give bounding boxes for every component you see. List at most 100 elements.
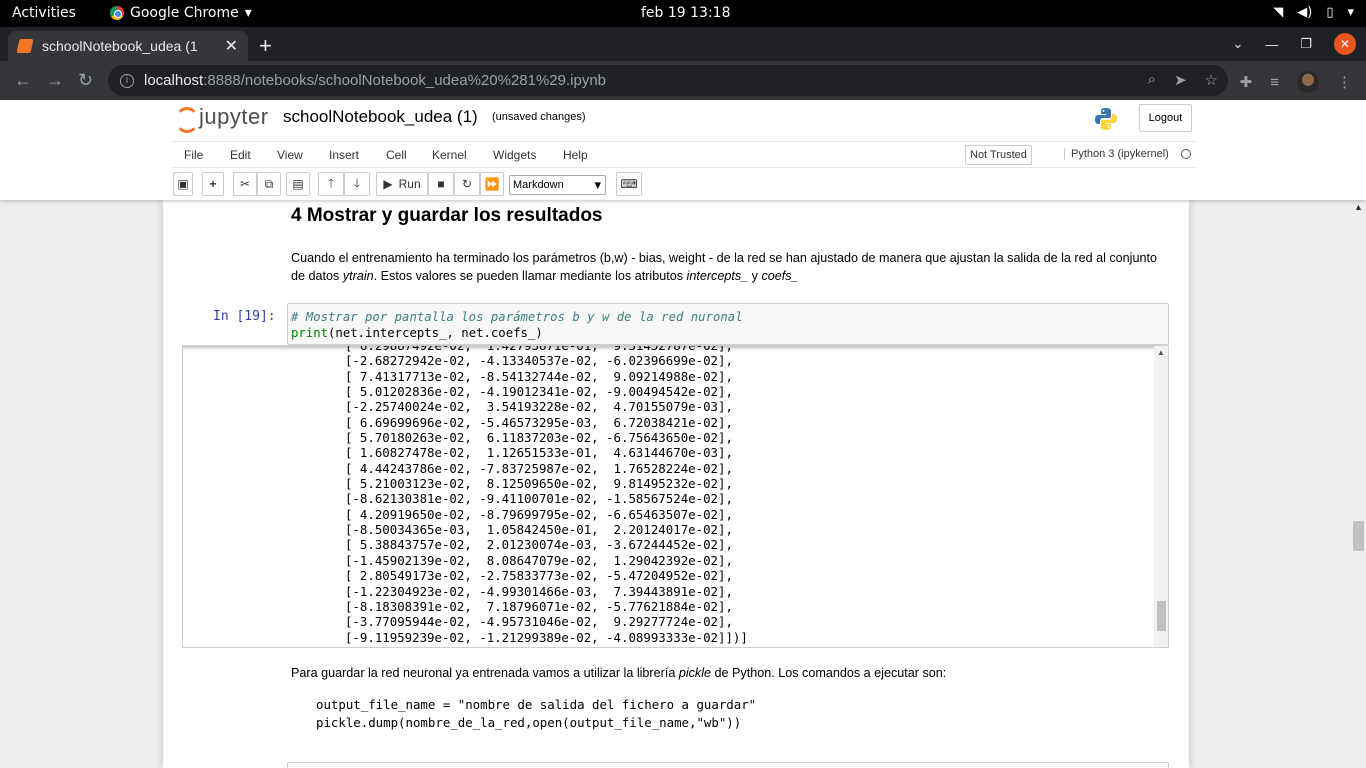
output-line: [ 2.80549173e-02, -2.75833773e-02, -5.47…	[345, 568, 733, 584]
extensions-puzzle-icon[interactable]: ✚	[1240, 73, 1253, 91]
menu-widgets[interactable]: Widgets	[493, 148, 536, 162]
site-info-icon[interactable]: i	[120, 73, 134, 88]
output-line: [ 6.69699696e-02, -5.46573295e-03, 6.720…	[345, 414, 733, 430]
menu-edit[interactable]: Edit	[230, 148, 251, 162]
output-line: [ 4.20919650e-02, -8.79699795e-02, -6.65…	[345, 506, 733, 522]
menu-insert[interactable]: Insert	[329, 148, 359, 162]
menu-help[interactable]: Help	[563, 148, 588, 162]
tab-search-icon[interactable]: ⌄	[1232, 36, 1243, 52]
cell-output-scrollable[interactable]: [ 6.29887492e-02, 1.42793871e-01, 9.3145…	[182, 345, 1169, 648]
para1-emphasis-ytrain: ytrain	[342, 269, 374, 283]
system-tray[interactable]: ◥ ◀) ▯ ▾	[1273, 5, 1354, 20]
url-host: localhost	[144, 72, 204, 89]
run-button[interactable]: ▶ Run	[376, 172, 428, 196]
kebab-menu-icon[interactable]: ⋮	[1337, 73, 1352, 91]
code-keyword: print	[291, 326, 329, 340]
logout-button[interactable]: Logout	[1139, 104, 1192, 132]
play-icon: ▶	[383, 177, 393, 191]
address-bar[interactable]: i localhost:8888/notebooks/schoolNoteboo…	[108, 65, 1228, 96]
markdown-paragraph-2: Para guardar la red neuronal ya entrenad…	[291, 666, 946, 680]
paste-icon[interactable]: ▤	[286, 172, 310, 196]
kernel-status-icon	[1181, 149, 1191, 159]
bookmark-star-icon[interactable]: ☆	[1205, 71, 1218, 89]
wifi-icon: ◥	[1273, 5, 1284, 20]
cut-icon[interactable]: ✂	[233, 172, 257, 196]
minimize-icon[interactable]: —	[1265, 37, 1278, 52]
output-line: [-1.45902139e-02, 8.08647079e-02, 1.2904…	[345, 552, 733, 568]
output-scrollbar-thumb[interactable]	[1157, 601, 1166, 631]
tab-title: schoolNotebook_udea (1	[42, 38, 198, 54]
system-top-bar: Activities Google Chrome ▾ feb 19 13:18 …	[0, 0, 1366, 27]
close-window-icon[interactable]: ✕	[1334, 33, 1356, 55]
media-queue-icon[interactable]: ≡	[1270, 74, 1279, 91]
jupyter-logo[interactable]: jupyter	[175, 104, 269, 133]
para1-emphasis-intercepts: intercepts_	[686, 269, 749, 283]
battery-icon: ▯	[1326, 5, 1334, 20]
save-icon[interactable]: ▣	[173, 172, 193, 196]
output-line: [-2.25740024e-02, 3.54193228e-02, 4.7015…	[345, 399, 733, 415]
scroll-up-icon[interactable]: ▲	[1157, 348, 1165, 357]
menu-kernel[interactable]: Kernel	[432, 148, 467, 162]
scroll-up-icon[interactable]: ▲	[1354, 202, 1363, 212]
output-line: [-3.77095944e-02, -4.95731046e-02, 9.292…	[345, 614, 733, 630]
browser-toolbar: ← → ↻ i localhost:8888/notebooks/schoolN…	[0, 61, 1366, 100]
move-down-icon[interactable]: 🡓	[344, 172, 370, 196]
notebook-favicon-icon	[16, 39, 34, 53]
app-menu[interactable]: Google Chrome ▾	[110, 5, 252, 21]
output-line: [ 4.44243786e-02, -7.83725987e-02, 1.765…	[345, 460, 733, 476]
page-scrollbar[interactable]: ▲	[1350, 200, 1366, 768]
notebook-container: 4 Mostrar y guardar los resultados Cuand…	[163, 200, 1189, 768]
restart-icon[interactable]: ↻	[454, 172, 480, 196]
zoom-icon[interactable]: ⌕	[1148, 71, 1156, 89]
back-icon[interactable]: ←	[14, 70, 32, 91]
output-line: [ 6.29887492e-02, 1.42793871e-01, 9.3145…	[345, 345, 733, 353]
share-icon[interactable]: ➤	[1174, 71, 1187, 89]
activities-button[interactable]: Activities	[12, 5, 76, 21]
code-block-line: output_file_name = "nombre de salida del…	[316, 697, 757, 712]
output-line: [-8.62130381e-02, -9.41100701e-02, -1.58…	[345, 491, 733, 507]
menu-cell[interactable]: Cell	[386, 148, 407, 162]
code-cell-input[interactable]: # Mostrar por pantalla los parámetros b …	[287, 303, 1169, 345]
forward-icon[interactable]: →	[46, 70, 64, 91]
menu-view[interactable]: View	[277, 148, 303, 162]
clock[interactable]: feb 19 13:18	[641, 5, 731, 21]
jupyter-wordmark: jupyter	[199, 104, 269, 129]
output-line: [ 1.60827478e-02, 1.12651533e-01, 4.6314…	[345, 445, 733, 461]
volume-icon: ◀)	[1297, 5, 1313, 20]
restart-run-all-icon[interactable]: ⏩	[480, 172, 504, 196]
section-heading: 4 Mostrar y guardar los resultados	[291, 205, 603, 226]
move-up-icon[interactable]: 🡑	[318, 172, 344, 196]
keyboard-icon[interactable]: ⌨	[616, 172, 642, 196]
insert-cell-icon[interactable]: +	[202, 172, 224, 196]
next-cell[interactable]	[287, 762, 1169, 768]
input-prompt: In [19]:	[213, 309, 276, 324]
kernel-name[interactable]: Python 3 (ipykernel)	[1064, 148, 1169, 160]
interrupt-icon[interactable]: ■	[428, 172, 454, 196]
run-label: Run	[398, 177, 421, 191]
close-tab-icon[interactable]: ✕	[225, 36, 238, 56]
browser-tab-strip: schoolNotebook_udea (1 ✕ + ⌄ — ❐ ✕	[0, 27, 1366, 61]
new-tab-icon[interactable]: +	[259, 33, 272, 59]
profile-avatar[interactable]	[1297, 71, 1319, 93]
cell-type-select[interactable]: Markdown	[509, 175, 606, 195]
jupyter-logo-icon	[175, 104, 199, 133]
notebook-name[interactable]: schoolNotebook_udea (1)	[283, 107, 478, 127]
copy-icon[interactable]: ⧉	[257, 172, 281, 196]
para2-text-2: de Python. Los comandos a ejecutar son:	[711, 666, 947, 680]
python-logo-icon	[1095, 108, 1117, 130]
para2-emphasis-pickle: pickle	[678, 666, 712, 680]
markdown-paragraph: Cuando el entrenamiento ha terminado los…	[291, 249, 1171, 285]
chevron-down-icon: ▾	[1347, 5, 1354, 20]
output-line: [ 5.70180263e-02, 6.11837203e-02, -6.756…	[345, 430, 733, 446]
browser-tab[interactable]: schoolNotebook_udea (1 ✕	[8, 31, 248, 61]
chevron-down-icon: ▾	[244, 5, 252, 21]
reload-icon[interactable]: ↻	[78, 70, 93, 91]
page-scrollbar-thumb[interactable]	[1353, 521, 1364, 551]
notebook-menubar: File Edit View Insert Cell Kernel Widget…	[171, 141, 1197, 168]
output-scrollbar[interactable]: ▲	[1154, 346, 1168, 647]
output-line: [ 7.41317713e-02, -8.54132744e-02, 9.092…	[345, 368, 733, 384]
output-line: [-2.68272942e-02, -4.13340537e-02, -6.02…	[345, 353, 733, 369]
maximize-icon[interactable]: ❐	[1300, 36, 1312, 52]
not-trusted-button[interactable]: Not Trusted	[965, 145, 1032, 165]
menu-file[interactable]: File	[184, 148, 203, 162]
